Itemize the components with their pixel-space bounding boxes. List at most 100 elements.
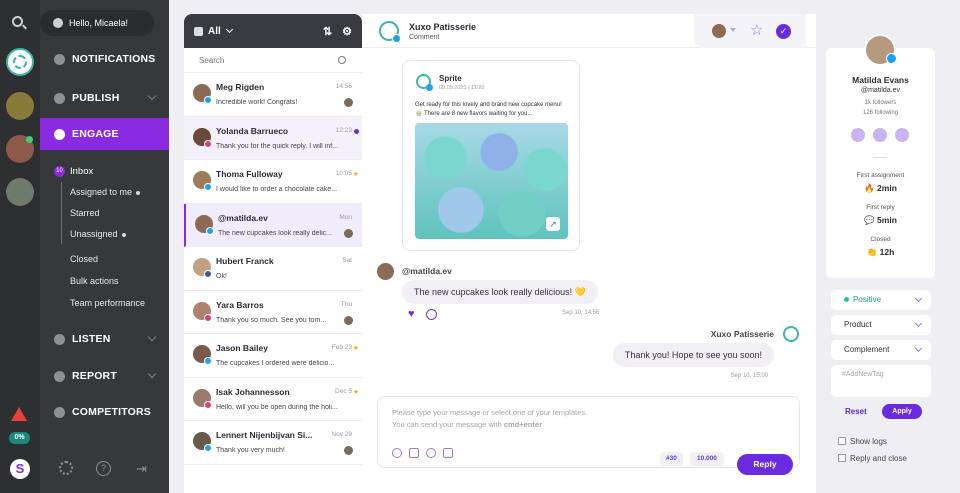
row-name: Yolanda Barrueco [216,125,289,136]
reset-button[interactable]: Reset [845,407,867,416]
link-icon[interactable] [895,128,909,142]
account-avatar-2[interactable] [6,92,34,120]
external-link-icon[interactable]: ↗ [546,217,560,231]
nav-publish[interactable]: PUBLISH [40,82,169,114]
conversation-row[interactable]: Hubert Franck Sat Ok! [184,247,362,291]
nav-bulk-actions[interactable]: Bulk actions [70,276,119,286]
conversation-rows: Meg Rigden 14:56 Incredible work! Congra… [184,73,362,465]
conversation-row[interactable]: Lennert Nijenbijvan Si... Nov 29 Thank y… [184,421,362,465]
image-icon[interactable] [409,448,419,458]
account-avatar-xuxo[interactable] [6,48,34,76]
reply-close-checkbox[interactable] [838,454,846,462]
nav-notifications-label: NOTIFICATIONS [72,53,156,65]
row-name: Yara Barros [216,299,264,310]
post-text: Get ready for this lovely and brand new … [415,102,562,117]
row-time: 12:23 [335,126,352,134]
complement-dropdown[interactable]: Complement [831,340,931,360]
assignee-avatar [344,228,353,238]
post-author: Sprite [439,74,462,83]
network-badge-icon [204,444,212,452]
nav-listen-label: LISTEN [72,333,111,345]
conversation-row[interactable]: Meg Rigden 14:56 Incredible work! Congra… [184,73,362,117]
account-avatar-4[interactable] [6,178,34,206]
twitter-badge-icon [886,53,897,64]
reply-button[interactable]: Reply [737,454,793,475]
row-time: Thu [340,300,352,308]
nav-assigned-to-me[interactable]: Assigned to me [70,187,141,197]
conversation-row[interactable]: Jason Bailey Feb 23 ★ The cupcakes I orde… [184,334,362,378]
emoji-icon[interactable] [392,448,402,458]
conversation-row[interactable]: Yolanda Barrueco 12:23 Thank you for the… [184,116,362,160]
star-icon[interactable]: ★ [353,344,359,352]
bell-icon [54,53,65,65]
nav-starred[interactable]: Starred [70,208,100,218]
star-icon[interactable]: ☆ [750,21,763,39]
first-assignment-value: 🔥 2min [826,183,935,194]
char-count: 10.000 [690,452,724,466]
sort-icon[interactable]: ⇅ [323,25,332,38]
nav-unassigned[interactable]: Unassigned [70,229,126,239]
nav-inbox[interactable]: Inbox [70,166,93,177]
conversation-row[interactable]: Isak Johannesson Dec 5 ★ Hello, will you … [184,378,362,421]
star-icon[interactable]: ★ [353,170,359,178]
nav-competitors[interactable]: COMPETITORS [40,396,169,428]
nav-report[interactable]: REPORT [40,360,169,392]
show-logs-checkbox[interactable] [838,437,846,445]
nav-listen[interactable]: LISTEN [40,323,169,355]
chevron-down-icon[interactable] [225,25,233,34]
incoming-time: Sep 10, 14:56 [562,310,600,316]
conversation-row[interactable]: Yara Barros Thu Thank you so much. See y… [184,291,362,334]
incoming-message-text: The new cupcakes look really delicious! … [414,287,586,297]
help-icon[interactable]: ? [96,461,111,476]
nav-engage[interactable]: ENGAGE [40,118,169,150]
gif-icon[interactable] [426,448,436,458]
row-message: Ok! [216,273,227,280]
row-name: Meg Rigden [216,82,265,92]
row-time: Feb 23 [331,344,352,351]
template-icon[interactable] [443,448,453,458]
search-icon[interactable] [338,56,346,64]
instagram-icon[interactable] [426,309,437,320]
check-icon[interactable]: ✓ [776,24,791,39]
settings-icon[interactable] [59,461,73,475]
inbox-tree-line [61,182,62,244]
conversation-row[interactable]: Thoma Fulloway 10:05 ★ I would like to or… [184,160,362,204]
outgoing-message-text: Thank you! Hope to see you soon! [624,350,762,360]
conversation-list: All ⇅ ⚙ Meg Rigden 14:56 Incredible work… [184,14,362,493]
block-icon[interactable] [851,128,865,142]
row-name: @matilda.ev [218,212,268,223]
heart-icon[interactable]: ♥ [408,308,415,320]
sentiment-dropdown[interactable]: Positive [831,290,931,310]
post-image[interactable]: ↗ [415,123,568,239]
chevron-down-icon[interactable] [730,28,736,32]
reply-close-label: Reply and close [850,454,907,463]
post-date: 09.09.2021 / 11:20 [439,85,485,91]
chevron-down-icon [147,369,157,379]
conversation-row[interactable]: @matilda.ev Mon The new cupcakes look re… [184,203,362,247]
nav-notifications[interactable]: NOTIFICATIONS [40,43,169,75]
greeting-pill[interactable]: Hello, Micaela! [40,10,154,36]
warning-icon[interactable] [11,407,27,421]
star-icon[interactable]: ★ [353,388,359,396]
row-message: Thank you for the quick reply. I will in… [216,142,339,150]
post-card[interactable]: Sprite 09.09.2021 / 11:20 Get ready for … [402,60,580,251]
filter-settings-icon[interactable]: ⚙ [342,25,352,38]
inbox-count-badge: 10 [54,166,65,177]
logout-icon[interactable]: ⇥ [136,461,147,477]
nav-closed[interactable]: Closed [70,254,98,264]
nav-team-performance[interactable]: Team performance [70,298,145,308]
row-time: Mon [339,213,352,221]
divider [873,157,887,158]
unread-dot [136,190,141,195]
row-time: 14:56 [335,83,352,90]
notes-icon[interactable] [873,128,887,142]
sentiment-value: Positive [853,295,882,304]
apply-button[interactable]: Apply [882,404,922,419]
search-input[interactable] [199,56,319,65]
tag-input[interactable]: #AddNewTag [831,365,931,397]
row-message: Thank you so much. See you tom... [216,316,327,324]
product-dropdown[interactable]: Product [831,315,931,335]
reply-input[interactable]: Please type your message or select one o… [392,407,692,430]
filter-dropdown[interactable]: All [208,26,221,37]
assignee-avatar[interactable] [712,24,726,38]
